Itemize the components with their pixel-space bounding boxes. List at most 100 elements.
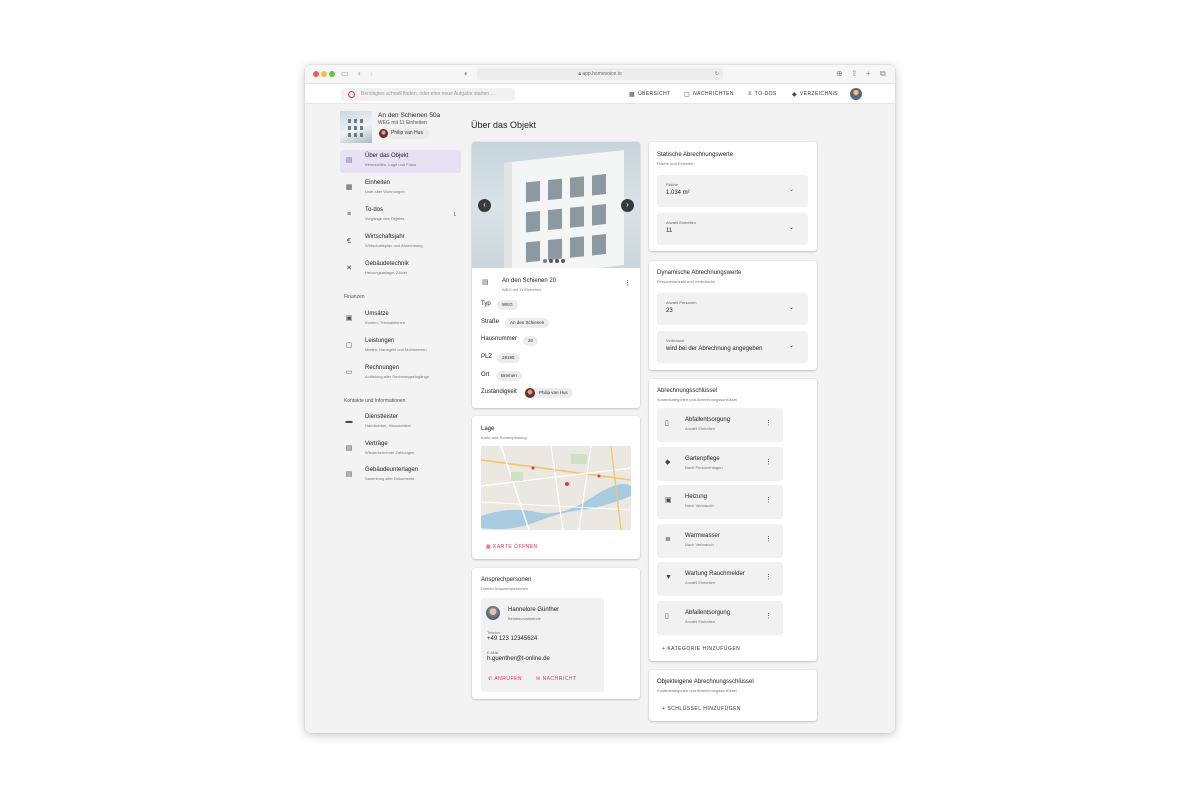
search-input[interactable]: Benötigtes schnell finden, oder eine neu…: [341, 88, 515, 101]
message-button[interactable]: ✉ NACHRICHT: [536, 676, 577, 682]
sidebar-item-contracts[interactable]: ▤ Verträge Wiederkehrende Zahlungen: [340, 438, 461, 461]
maximize-window-button[interactable]: [329, 71, 335, 77]
browser-toolbar: ▭ ‹ › ◐ 🔒︎ app.homevoice.io ↻ ⊕ ⇪ + ⧉: [305, 65, 895, 84]
more-options-icon[interactable]: ⋮: [765, 419, 772, 427]
field-label-zip: PLZ: [481, 354, 493, 360]
key-item[interactable]: ≣ Warmwasser Nach Verbrauch ⋮: [657, 524, 783, 558]
billing-keys-subtitle: Kostenkategorien und Abrechnungsschlüsse…: [657, 397, 737, 402]
nav-directory[interactable]: ◆ VERZEICHNIS: [792, 84, 838, 104]
reload-icon[interactable]: ↻: [715, 68, 719, 80]
sidebar-item-services[interactable]: ▢ Leistungen Mieten, Hausgeld und Mahnwese…: [340, 335, 461, 358]
static-values-subtitle: Fläche und Einheiten: [657, 161, 695, 166]
sidebar-item-sub: Sammlung aller Dokumente: [365, 476, 415, 481]
sidebar-item-sub: Vorgänge des Objekts: [365, 216, 405, 221]
euro-icon: €: [347, 238, 351, 245]
field-value-zip: 28195: [497, 353, 520, 363]
smoke-detector-icon: ▼: [665, 574, 672, 581]
back-icon[interactable]: ‹: [358, 69, 361, 79]
nav-todos[interactable]: ≡ TO-DOS: [748, 84, 777, 104]
close-window-button[interactable]: [313, 71, 319, 77]
section-heading-contacts: Kontakte und Informationen: [344, 398, 406, 404]
page-title: Über das Objekt: [471, 120, 537, 130]
tabs-overview-icon[interactable]: ⧉: [880, 69, 886, 79]
nav-todos-label: TO-DOS: [754, 91, 777, 97]
key-item[interactable]: ◆ Gartenpflege Nach Personentagen ⋮: [657, 447, 783, 481]
key-item[interactable]: ▼ Wartung Rauchmelder Anzahl Einheiten ⋮: [657, 562, 783, 596]
book-icon: ◆: [792, 91, 798, 98]
chevron-down-icon: ⌄: [788, 187, 794, 193]
object-info-card: ‹ › ▤ An den Schienen 20 WEG mit 11 Einh…: [472, 142, 640, 408]
owner-name: Philip van Hus: [391, 130, 423, 136]
sidebar-item-invoices[interactable]: ▭ Rechnungen Auflistung aller Rechnungsein…: [340, 362, 461, 385]
more-options-icon[interactable]: ⋮: [765, 612, 772, 620]
field-label-type: Typ: [481, 301, 491, 307]
call-button[interactable]: ✆ ANRUFEN: [488, 676, 522, 682]
units-count-select[interactable]: Anzahl Einheiten 11 ⌄: [657, 213, 808, 245]
nav-messages[interactable]: ▢ NACHRICHTEN: [684, 84, 734, 104]
sidebar-item-sub: Auflistung aller Rechnungseingänge: [365, 374, 430, 379]
mail-icon: ✉: [536, 676, 543, 682]
nav-overview[interactable]: ▦ ÜBERSICHT: [629, 84, 671, 104]
chevron-down-icon: ⌄: [788, 305, 794, 311]
sidebar-item-transactions[interactable]: ▣ Umsätze Konten, Transaktionen: [340, 308, 461, 331]
file-icon: ▤: [345, 471, 353, 478]
share-icon[interactable]: ⇪: [851, 69, 858, 79]
sidebar-item-sub: Mieten, Hausgeld und Mahnwesen: [365, 347, 427, 352]
location-subtitle: Karte und Routenplanung: [481, 435, 527, 440]
brand-ring-icon: [348, 91, 355, 98]
more-options-icon[interactable]: ⋮: [765, 496, 772, 504]
add-category-button[interactable]: + KATEGORIE HINZUFÜGEN: [662, 646, 740, 652]
sidebar-item-todos[interactable]: ≡ To-dos Vorgänge des Objekts 1: [340, 204, 461, 227]
static-values-card: Statische Abrechnungswerte Fläche und Ei…: [649, 142, 817, 251]
user-avatar[interactable]: [850, 88, 862, 100]
more-options-icon[interactable]: ⋮: [765, 573, 772, 581]
section-heading-finance: Finanzen: [344, 294, 365, 300]
field-value-city: Bremen: [496, 371, 522, 381]
key-label: Warmwasser: [685, 533, 720, 539]
download-icon[interactable]: ⊕: [836, 69, 843, 79]
sidebar-item-documents[interactable]: ▤ Gebäudeunterlagen Sammlung aller Dokumen…: [340, 464, 461, 487]
address-bar[interactable]: 🔒︎ app.homevoice.io ↻: [477, 68, 723, 80]
minimize-window-button[interactable]: [321, 71, 327, 77]
more-options-icon[interactable]: ⋮: [765, 535, 772, 543]
phone-value[interactable]: +49 123 12345624: [487, 636, 537, 642]
consumption-select[interactable]: Verbrauch wird bei der Abrechnung angegeb…: [657, 331, 808, 363]
new-tab-icon[interactable]: +: [866, 69, 871, 79]
more-options-icon[interactable]: ⋮: [765, 458, 772, 466]
area-select[interactable]: Fläche 1.034 m² ⌄: [657, 175, 808, 207]
sidebar-item-label: To-dos: [365, 207, 384, 213]
sidebar-toggle-icon[interactable]: ▭: [341, 69, 349, 79]
sidebar-item-providers[interactable]: ▬ Dienstleister Handwerker, Hausmeister: [340, 411, 461, 434]
consumption-label: Verbrauch: [666, 338, 685, 343]
sidebar-item-about[interactable]: ▤ Über das Objekt Kennzahlen, Lage und Fot…: [340, 150, 461, 173]
sidebar-item-units[interactable]: ▦ Einheiten Liste aller Wohnungen: [340, 177, 461, 200]
carousel-prev-button[interactable]: ‹: [478, 199, 491, 212]
open-map-button[interactable]: ▦ KARTE ÖFFNEN: [486, 544, 538, 550]
key-item[interactable]: ▣ Heizung Nach Verbrauch ⋮: [657, 485, 783, 519]
key-label: Wartung Rauchmelder: [685, 571, 745, 577]
sidebar-item-fiscal-year[interactable]: € Wirtschaftsjahr Wirtschaftsplan und Abre…: [340, 231, 461, 254]
dynamic-values-subtitle: Personenanzahl und Verbräuche: [657, 279, 716, 284]
persons-count-select[interactable]: Anzahl Personen 23 ⌄: [657, 293, 808, 325]
key-item[interactable]: ▯ Abfallentsorgung Anzahl Einheiten ⋮: [657, 408, 783, 442]
chevron-down-icon: ⌄: [788, 225, 794, 231]
email-value[interactable]: h.guenther@t-online.de: [487, 656, 550, 662]
forward-icon[interactable]: ›: [370, 69, 373, 79]
sidebar-item-building-tech[interactable]: ✕ Gebäudetechnik Heizungsanlage, Zähler: [340, 258, 461, 281]
key-item[interactable]: ▯ Abfallentsorgung Anzahl Einheiten ⋮: [657, 601, 783, 635]
sidebar-item-label: Verträge: [365, 441, 388, 447]
more-options-icon[interactable]: ⋮: [624, 279, 631, 287]
carousel-next-button[interactable]: ›: [621, 199, 634, 212]
privacy-shield-icon[interactable]: ◐: [464, 69, 469, 79]
carousel-indicator[interactable]: [543, 259, 565, 263]
own-keys-card: Objekteigene Abrechnungsschlüssel Kosten…: [649, 670, 817, 721]
location-map[interactable]: [481, 446, 631, 530]
field-value-number: 20: [523, 336, 539, 346]
contact-person-card: Hannelore Günther Beiratsvorsitzende Tel…: [481, 598, 604, 692]
chat-icon: ▢: [684, 91, 691, 98]
sidebar-item-sub: Wiederkehrende Zahlungen: [365, 450, 415, 455]
dynamic-values-card: Dynamische Abrechnungswerte Personenanza…: [649, 261, 817, 370]
contacts-title: Ansprechpersonen: [481, 577, 532, 583]
add-key-button[interactable]: + SCHLÜSSEL HINZUFÜGEN: [662, 706, 741, 712]
owner-chip[interactable]: Philip van Hus: [378, 128, 429, 139]
